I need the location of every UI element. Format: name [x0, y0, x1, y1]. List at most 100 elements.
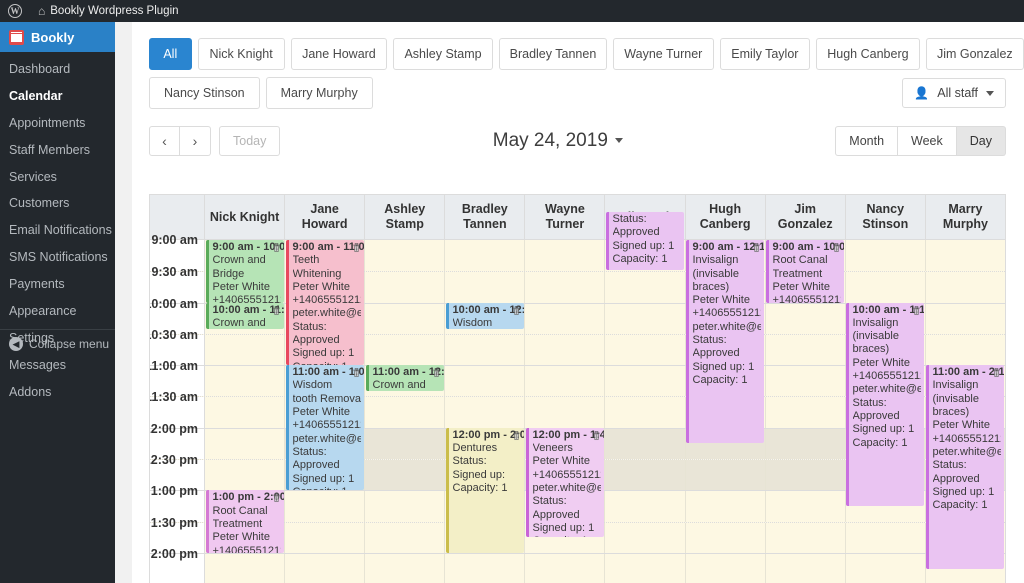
event-detail-line: Capacity: 1	[932, 499, 988, 512]
sidebar-item-appointments[interactable]: Appointments	[0, 110, 115, 137]
staff-filter-ashley-stamp[interactable]: Ashley Stamp	[393, 38, 493, 70]
date-title-dropdown[interactable]: May 24, 2019	[280, 130, 835, 152]
staff-filter-jane-howard[interactable]: Jane Howard	[290, 38, 388, 70]
event-detail-line: +14065551212	[212, 544, 282, 553]
event-detail-line: Approved	[612, 226, 660, 239]
admin-sidebar: Bookly Dashboard Calendar Appointments Staf…	[0, 22, 123, 583]
trash-icon[interactable]	[511, 430, 522, 441]
today-button[interactable]: Today	[219, 125, 281, 156]
time-label-200pm: 2:00 pm	[150, 548, 205, 583]
sidebar-item-messages[interactable]: Messages	[0, 352, 115, 379]
site-title: Bookly Wordpress Plugin	[50, 5, 179, 17]
staff-filter-jim-gonzalez[interactable]: Jim Gonzalez	[925, 38, 1024, 70]
event-detail-line: Signed up:	[452, 468, 506, 481]
event-detail-line: peter.white@exar	[292, 307, 362, 320]
trash-icon[interactable]	[991, 367, 1002, 378]
view-button-month[interactable]: Month	[835, 125, 899, 156]
calendar-event[interactable]: Status: Approved Signed up: 1 Capacity: 1	[605, 212, 684, 270]
site-name-menu[interactable]: ⌂ Bookly Wordpress Plugin	[30, 0, 187, 22]
trash-icon[interactable]	[751, 242, 762, 253]
prev-period-button[interactable]: ‹	[149, 125, 180, 156]
event-detail-line: Signed up: 1	[612, 239, 675, 252]
sidebar-item-email-notifications[interactable]: Email Notifications	[0, 217, 115, 244]
calendar-event[interactable]: 10:00 am - 11:00Crown andBridgePeter Whi…	[205, 302, 284, 329]
event-detail-line: +14065551212	[772, 294, 842, 303]
staff-filter-row-1: All Nick Knight Jane Howard Ashley Stamp Bra…	[149, 38, 1024, 70]
calendar-event[interactable]: 12:00 pm - 1:45 pVeneersPeter White+1406…	[525, 427, 604, 538]
sidebar-item-services[interactable]: Services	[0, 164, 115, 191]
event-detail-line: Signed up: 1	[292, 472, 355, 485]
sidebar-item-bookly[interactable]: Bookly	[0, 22, 123, 52]
all-staff-dropdown[interactable]: 👤 All staff	[902, 78, 1006, 108]
event-detail-line: (invisable	[692, 267, 739, 280]
sidebar-item-payments[interactable]: Payments	[0, 271, 115, 298]
event-detail-line: Whitening	[292, 267, 342, 280]
wp-logo-menu[interactable]: W	[0, 0, 30, 22]
view-switcher: Month Week Day	[835, 125, 1006, 156]
event-detail-line: Invisalign	[852, 316, 899, 329]
event-detail-line: Status:	[692, 334, 727, 347]
calendar-grid: Nick Knight Jane Howard Ashley Stamp Bradle…	[149, 194, 1006, 583]
event-detail-line: Peter White	[212, 280, 270, 293]
trash-icon[interactable]	[351, 242, 362, 253]
event-detail-line: Treatment	[772, 267, 823, 280]
wordpress-logo-icon: W	[8, 4, 22, 18]
calendar-event[interactable]: 9:00 am - 10:00 aRoot CanalTreatmentPete…	[765, 240, 844, 303]
calendar-event[interactable]: 9:00 am - 12:15 pInvisalign(invisablebra…	[685, 240, 764, 444]
calendar-event[interactable]: 1:00 pm - 2:00 pmRoot CanalTreatmentPete…	[205, 490, 284, 553]
calendar-event[interactable]: 10:00 am - 1:15 pInvisalign(invisablebra…	[845, 302, 924, 507]
sidebar-item-customers[interactable]: Customers	[0, 190, 115, 217]
event-detail-line: Crown and	[372, 379, 426, 392]
staff-filter-nancy-stinson[interactable]: Nancy Stinson	[149, 77, 260, 109]
calendar-event[interactable]: 11:00 am - 12:00Crown andBridgePeter Whi…	[365, 365, 444, 392]
staff-filter-bradley-tannen[interactable]: Bradley Tannen	[498, 38, 608, 70]
sidebar-item-staff-members[interactable]: Staff Members	[0, 137, 115, 164]
calendar-event[interactable]: 9:00 am - 10:00 aCrown andBridgePeter Wh…	[205, 240, 284, 303]
event-detail-line: Peter White	[852, 356, 910, 369]
collapse-menu-wrap: ◀ Collapse menu	[0, 329, 115, 351]
view-button-day[interactable]: Day	[956, 125, 1006, 156]
home-icon: ⌂	[38, 4, 46, 18]
trash-icon[interactable]	[351, 367, 362, 378]
event-detail-line: Root Canal	[212, 504, 268, 517]
collapse-menu-button[interactable]: ◀ Collapse menu	[0, 337, 115, 351]
column-header-nancy-stinson: Nancy Stinson	[846, 195, 926, 239]
calendar-header-row: Nick Knight Jane Howard Ashley Stamp Bradle…	[150, 195, 1005, 240]
trash-icon[interactable]	[831, 242, 842, 253]
event-detail-line: braces)	[692, 280, 730, 293]
calendar-event[interactable]: 11:00 am - 1:00 pWisdomtooth RemovalPete…	[285, 365, 364, 491]
calendar-event[interactable]: 11:00 am - 2:15 pInvisalign(invisablebra…	[925, 365, 1004, 569]
sidebar-item-sms-notifications[interactable]: SMS Notifications	[0, 244, 115, 271]
trash-icon[interactable]	[271, 242, 282, 253]
calendar-event[interactable]: 12:00 pm - 2:00 pDenturesStatus:Signed u…	[445, 427, 524, 553]
wp-admin-bar: W ⌂ Bookly Wordpress Plugin	[0, 0, 1024, 22]
staff-filter-hugh-canberg[interactable]: Hugh Canberg	[816, 38, 920, 70]
sidebar-brand-label: Bookly	[31, 29, 75, 45]
event-detail-line: Status:	[612, 213, 647, 225]
sidebar-item-calendar[interactable]: Calendar	[0, 83, 115, 110]
calendar-event[interactable]: 9:00 am - 11:00 aTeethWhiteningPeter Whi…	[285, 240, 364, 366]
trash-icon[interactable]	[591, 430, 602, 441]
trash-icon[interactable]	[431, 367, 442, 378]
trash-icon[interactable]	[271, 305, 282, 316]
trash-icon[interactable]	[511, 305, 522, 316]
sidebar-item-dashboard[interactable]: Dashboard	[0, 56, 115, 83]
event-detail-line: braces)	[852, 343, 890, 356]
view-button-week[interactable]: Week	[898, 125, 957, 156]
staff-filter-marry-murphy[interactable]: Marry Murphy	[265, 77, 373, 109]
calendar-event[interactable]: 10:00 am - 12:00Wisdomtooth RemovalMikeB…	[445, 302, 524, 329]
sidebar-item-addons[interactable]: Addons	[0, 379, 115, 406]
staff-filter-emily-taylor[interactable]: Emily Taylor	[719, 38, 811, 70]
event-detail-line: (invisable	[932, 392, 979, 405]
next-period-button[interactable]: ›	[180, 125, 211, 156]
sidebar-item-appearance[interactable]: Appearance	[0, 298, 115, 325]
staff-filter-wayne-turner[interactable]: Wayne Turner	[613, 38, 714, 70]
staff-filter-all[interactable]: All	[149, 38, 192, 70]
event-detail-line: Capacity: 1	[692, 373, 748, 386]
nav-button-group: ‹ ›	[149, 125, 211, 156]
staff-filter-nick-knight[interactable]: Nick Knight	[197, 38, 285, 70]
trash-icon[interactable]	[911, 305, 922, 316]
sidebar-menu: Dashboard Calendar Appointments Staff Membe…	[0, 52, 115, 405]
trash-icon[interactable]	[271, 492, 282, 503]
event-detail-line: +14065551212	[292, 419, 362, 432]
